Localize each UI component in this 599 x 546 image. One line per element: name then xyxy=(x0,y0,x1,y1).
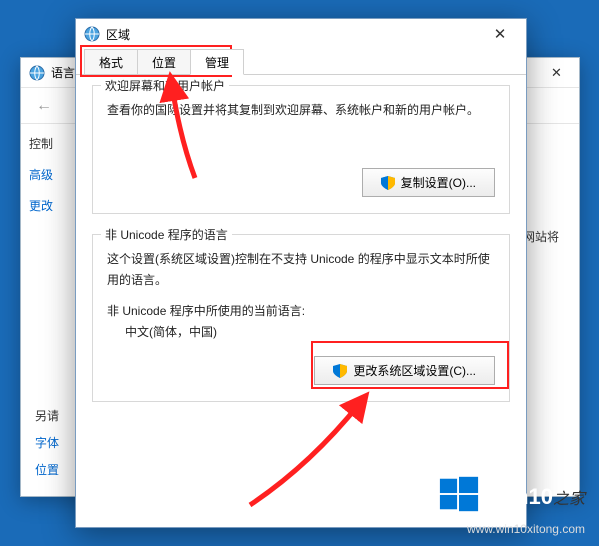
globe-icon xyxy=(84,26,100,42)
nav-back-button[interactable]: ← xyxy=(31,93,57,119)
globe-icon xyxy=(29,65,45,81)
copy-settings-button[interactable]: 复制设置(O)... xyxy=(362,168,495,197)
group-non-unicode: 非 Unicode 程序的语言 这个设置(系统区域设置)控制在不支持 Unico… xyxy=(92,234,510,402)
bg-sidebar: 控制 高级 更改 xyxy=(21,125,75,238)
uac-shield-icon xyxy=(381,176,395,190)
bg-sidebar-link[interactable]: 高级 xyxy=(29,166,67,183)
dialog-body: 欢迎屏幕和新用户帐户 查看你的国际设置并将其复制到欢迎屏幕、系统帐户和新的用户帐… xyxy=(76,75,526,432)
bg-sidebar-item: 控制 xyxy=(29,135,67,152)
tab-formats[interactable]: 格式 xyxy=(84,49,138,74)
change-system-locale-button[interactable]: 更改系统区域设置(C)... xyxy=(314,356,495,385)
region-dialog: 区域 ✕ 格式 位置 管理 欢迎屏幕和新用户帐户 查看你的国际设置并将其复制到欢… xyxy=(75,18,527,528)
watermark-title: Win10 xyxy=(488,484,553,509)
bg-bottom-links: 另请 字体 位置 xyxy=(35,397,59,478)
watermark-sub: 之家 xyxy=(553,491,585,508)
bg-close-button[interactable]: ✕ xyxy=(534,58,579,87)
group-welcome-screen: 欢迎屏幕和新用户帐户 查看你的国际设置并将其复制到欢迎屏幕、系统帐户和新的用户帐… xyxy=(92,85,510,214)
watermark-url: www.win10xitong.com xyxy=(438,522,585,536)
bg-bottom-link-location[interactable]: 位置 xyxy=(35,461,59,478)
group-non-unicode-title: 非 Unicode 程序的语言 xyxy=(101,226,232,243)
watermark: Win10之家 www.win10xitong.com xyxy=(438,473,585,536)
dialog-close-button[interactable]: ✕ xyxy=(482,22,518,46)
uac-shield-icon xyxy=(333,364,347,378)
bg-sidebar-link[interactable]: 更改 xyxy=(29,197,67,214)
dialog-title: 区域 xyxy=(106,26,130,43)
current-language-label: 非 Unicode 程序中所使用的当前语言: xyxy=(107,302,495,319)
group-welcome-title: 欢迎屏幕和新用户帐户 xyxy=(101,77,229,94)
change-system-locale-label: 更改系统区域设置(C)... xyxy=(353,362,476,379)
tab-strip: 格式 位置 管理 xyxy=(76,49,526,75)
group-non-unicode-text: 这个设置(系统区域设置)控制在不支持 Unicode 的程序中显示文本时所使用的… xyxy=(107,249,495,290)
dialog-titlebar: 区域 ✕ xyxy=(76,19,526,49)
current-language-value: 中文(简体，中国) xyxy=(107,323,495,340)
tab-location[interactable]: 位置 xyxy=(137,49,191,74)
windows-logo-icon xyxy=(438,473,480,520)
group-welcome-text: 查看你的国际设置并将其复制到欢迎屏幕、系统帐户和新的用户帐户。 xyxy=(107,100,495,120)
copy-settings-label: 复制设置(O)... xyxy=(401,174,476,191)
tab-administrative[interactable]: 管理 xyxy=(190,49,244,75)
bg-bottom-link-fonts[interactable]: 字体 xyxy=(35,434,59,451)
bg-title: 语言 xyxy=(51,64,75,81)
bg-bottom-label: 另请 xyxy=(35,407,59,424)
